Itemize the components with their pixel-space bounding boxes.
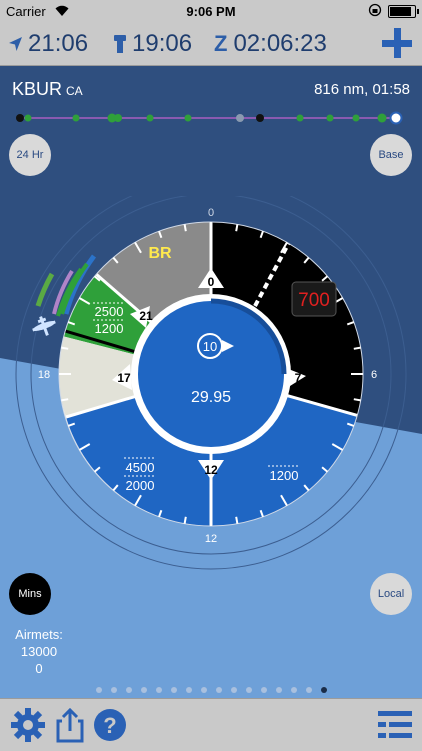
dial-tick xyxy=(235,516,239,524)
battery-icon xyxy=(388,5,419,18)
dial-tick xyxy=(183,516,187,524)
local-time-group: 21:06 xyxy=(8,30,88,58)
share-icon[interactable] xyxy=(52,707,88,743)
vfr-top-label: 2500 xyxy=(95,304,124,319)
airport-header: KBUR CA xyxy=(12,79,83,100)
airmets-line2: 0 xyxy=(35,661,43,676)
se-label: 1200 xyxy=(270,468,299,483)
airplane-icon xyxy=(32,316,56,336)
timeline-point xyxy=(326,114,334,122)
ring-south-label: 12 xyxy=(205,533,217,545)
local-time: 21:06 xyxy=(28,30,89,57)
dial[interactable]: 700 BR 2500 1200 4500 2000 1200 0 21 7 1… xyxy=(0,196,422,596)
page-dot[interactable] xyxy=(110,687,117,693)
timeline-point xyxy=(72,114,80,122)
page-dot[interactable] xyxy=(140,687,147,693)
page-dot[interactable] xyxy=(215,687,222,693)
ceiling-value: 700 xyxy=(298,290,330,311)
page-dot[interactable] xyxy=(125,687,132,693)
page-dot[interactable] xyxy=(245,687,252,693)
main-view: KBUR CA 816 nm, 01:58 24 Hr Base 700 BR … xyxy=(0,66,422,698)
runway-0: 0 xyxy=(208,275,215,289)
24hr-button[interactable]: 24 Hr xyxy=(9,134,51,176)
page-dot[interactable] xyxy=(230,687,237,693)
sw-bottom-label: 2000 xyxy=(126,478,155,493)
runway-7: 7 xyxy=(295,371,302,385)
tower-time: 19:06 xyxy=(132,30,193,57)
page-dot[interactable] xyxy=(185,687,192,693)
time-bar: 21:06 19:06 Z 02:06:23 xyxy=(0,22,422,66)
dial-tick xyxy=(61,398,69,402)
ring-north-label: 0 xyxy=(208,207,214,219)
timeline-point xyxy=(114,114,122,122)
dial-tick xyxy=(353,398,361,402)
timeline-point xyxy=(296,114,304,122)
status-bar: Carrier 9:06 PM xyxy=(0,0,422,22)
mins-button[interactable]: Mins xyxy=(9,573,51,615)
timeline-point xyxy=(24,114,32,122)
location-arrow-icon xyxy=(9,37,22,51)
rotation-lock-icon xyxy=(368,3,382,17)
airport-code: KBUR xyxy=(12,79,63,99)
airport-state: CA xyxy=(66,84,83,98)
altimeter: 29.95 xyxy=(191,389,231,406)
zulu-time-group: Z 02:06:23 xyxy=(214,30,327,58)
runway-21: 21 xyxy=(139,309,153,323)
dial-tick xyxy=(353,346,361,350)
dial-tick xyxy=(235,224,239,232)
page-dot[interactable] xyxy=(260,687,267,693)
bottom-toolbar: ? xyxy=(0,698,422,751)
tower-time-group: 19:06 xyxy=(112,30,192,58)
runway-12: 12 xyxy=(204,463,218,477)
timeline-point xyxy=(352,114,360,122)
airmets-info: Airmets: 13000 0 xyxy=(8,626,70,677)
dial-tick xyxy=(183,224,187,232)
local-button[interactable]: Local xyxy=(370,573,412,615)
ring-west-label: 18 xyxy=(38,369,50,381)
page-dot[interactable] xyxy=(305,687,312,693)
timeline-point xyxy=(16,114,24,122)
base-button[interactable]: Base xyxy=(370,134,412,176)
page-dot[interactable] xyxy=(290,687,297,693)
vfr-bottom-label: 1200 xyxy=(95,321,124,336)
page-indicator[interactable] xyxy=(0,680,422,698)
airmets-line1: 13000 xyxy=(20,644,58,659)
dial-tick xyxy=(61,346,69,350)
status-time: 9:06 PM xyxy=(186,4,236,19)
page-dot[interactable] xyxy=(200,687,207,693)
page-dot[interactable] xyxy=(275,687,282,693)
page-dot[interactable] xyxy=(170,687,177,693)
page-dot[interactable] xyxy=(155,687,162,693)
list-icon[interactable] xyxy=(378,711,412,739)
timeline-point xyxy=(184,114,192,122)
timeline-point xyxy=(236,114,244,122)
timeline-current-marker xyxy=(389,111,403,125)
page-dot[interactable] xyxy=(320,687,327,693)
route-info: 816 nm, 01:58 xyxy=(314,81,410,98)
add-button[interactable] xyxy=(382,28,412,58)
tower-icon xyxy=(114,35,126,53)
zulu-label: Z xyxy=(214,31,228,56)
sw-top-label: 4500 xyxy=(126,460,155,475)
svg-text:?: ? xyxy=(103,713,116,738)
runway-17: 17 xyxy=(117,371,131,385)
page-dot[interactable] xyxy=(95,687,102,693)
airmets-label: Airmets: xyxy=(15,627,63,642)
timeline[interactable] xyxy=(0,108,422,128)
help-icon[interactable]: ? xyxy=(92,707,128,743)
ring-east-label: 6 xyxy=(371,369,377,381)
timeline-point xyxy=(377,113,387,123)
gear-icon[interactable] xyxy=(10,707,46,743)
zulu-time: 02:06:23 xyxy=(233,30,327,57)
timeline-point xyxy=(256,114,264,122)
wind-speed: 10 xyxy=(203,339,217,354)
weather-label: BR xyxy=(148,245,172,262)
timeline-point xyxy=(146,114,154,122)
